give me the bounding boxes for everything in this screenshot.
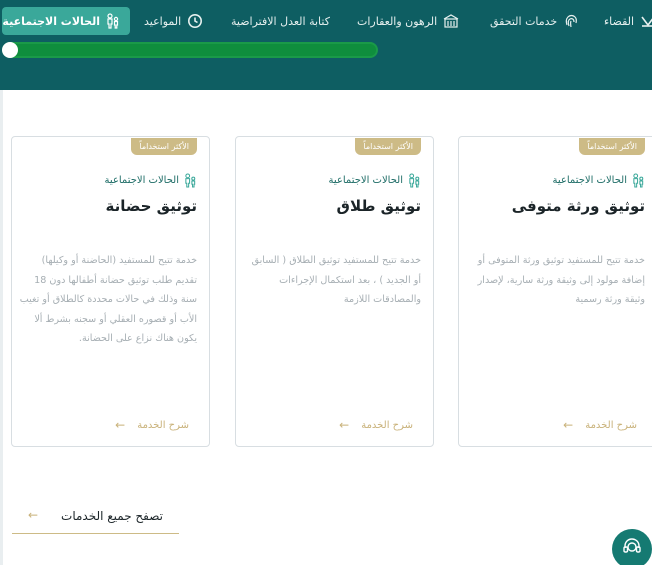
nav-item-label: خدمات التحقق bbox=[490, 14, 558, 28]
clock-icon bbox=[187, 13, 203, 29]
arrow-left-icon: ← bbox=[28, 508, 39, 522]
fingerprint-icon bbox=[563, 13, 579, 29]
category-label: الحالات الاجتماعية bbox=[328, 175, 403, 186]
nav-item-label: القضاء bbox=[604, 14, 635, 28]
top-navigation: القضاء خدمات التحقق الرهون والعقارات كتا… bbox=[0, 0, 652, 59]
service-description: خدمة تتيح للمستفيد توثيق الطلاق ( السابق… bbox=[251, 255, 421, 305]
scroll-edge bbox=[0, 90, 3, 565]
service-category: الحالات الاجتماعية bbox=[553, 173, 645, 188]
building-icon bbox=[443, 13, 459, 29]
support-chat-button[interactable] bbox=[612, 529, 652, 565]
nav-item-social-status[interactable]: الحالات الاجتماعية bbox=[2, 7, 130, 35]
family-icon bbox=[408, 173, 421, 188]
nav-item-label: الحالات الاجتماعية bbox=[2, 14, 100, 28]
nav-item-judiciary[interactable]: القضاء bbox=[604, 7, 652, 35]
service-category: الحالات الاجتماعية bbox=[105, 173, 197, 188]
nav-item-verification[interactable]: خدمات التحقق bbox=[490, 7, 579, 35]
category-label: الحالات الاجتماعية bbox=[552, 175, 627, 186]
service-explanation-link[interactable]: شرح الخدمة ← bbox=[563, 418, 637, 432]
scales-icon bbox=[640, 13, 652, 29]
family-icon bbox=[184, 173, 197, 188]
service-title: توثيق حضانة bbox=[105, 197, 198, 215]
progress-bar bbox=[0, 41, 652, 59]
headset-icon bbox=[621, 536, 643, 562]
link-label: شرح الخدمة bbox=[585, 419, 637, 431]
service-card-inheritance[interactable]: الأكثر استخداماً الحالات الاجتماعية توثي… bbox=[458, 136, 652, 447]
arrow-left-icon: ← bbox=[563, 418, 574, 432]
most-used-badge: الأكثر استخداماً bbox=[131, 138, 197, 155]
nav-item-label: الرهون والعقارات bbox=[357, 14, 438, 28]
service-title: توثيق ورثة متوفى bbox=[511, 197, 645, 215]
service-card-custody[interactable]: الأكثر استخداماً الحالات الاجتماعية توثي… bbox=[11, 136, 210, 447]
link-label: شرح الخدمة bbox=[137, 419, 189, 431]
category-label: الحالات الاجتماعية bbox=[104, 175, 179, 186]
most-used-badge: الأكثر استخداماً bbox=[579, 138, 645, 155]
nav-item-label: المواعيد bbox=[144, 14, 182, 28]
family-icon bbox=[632, 173, 645, 188]
family-icon bbox=[106, 13, 120, 29]
arrow-left-icon: ← bbox=[339, 418, 350, 432]
nav-item-appointments[interactable]: المواعيد bbox=[144, 7, 203, 35]
browse-all-services-button[interactable]: تصفح جميع الخدمات ← bbox=[12, 504, 179, 534]
most-used-badge: الأكثر استخداماً bbox=[355, 138, 421, 155]
browse-all-label: تصفح جميع الخدمات bbox=[61, 509, 163, 523]
progress-fill bbox=[2, 42, 378, 58]
service-title: توثيق طلاق bbox=[336, 197, 421, 215]
service-category: الحالات الاجتماعية bbox=[329, 173, 421, 188]
service-description: خدمة تتيح للمستفيد توثيق ورثة المتوفى أو… bbox=[477, 255, 645, 305]
nav-item-mortgages[interactable]: الرهون والعقارات bbox=[357, 7, 459, 35]
service-description: خدمة تتيح للمستفيد (الحاضنة أو وكيلها) ت… bbox=[19, 255, 197, 344]
nav-item-virtual-notary[interactable]: كتابة العدل الافتراضية bbox=[231, 7, 330, 35]
header-band bbox=[0, 59, 652, 90]
service-explanation-link[interactable]: شرح الخدمة ← bbox=[339, 418, 413, 432]
arrow-left-icon: ← bbox=[115, 418, 126, 432]
link-label: شرح الخدمة bbox=[361, 419, 413, 431]
service-card-divorce[interactable]: الأكثر استخداماً الحالات الاجتماعية توثي… bbox=[235, 136, 434, 447]
nav-item-label: كتابة العدل الافتراضية bbox=[231, 14, 330, 28]
service-explanation-link[interactable]: شرح الخدمة ← bbox=[115, 418, 189, 432]
